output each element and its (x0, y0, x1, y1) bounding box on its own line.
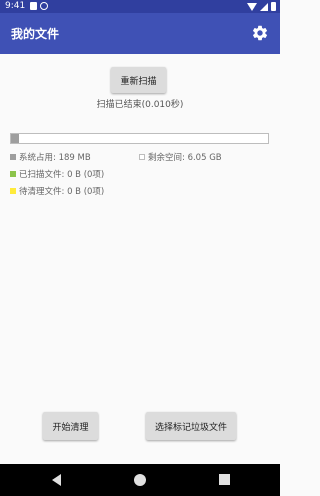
storage-usage-bar (10, 133, 269, 144)
legend-pending-files: 待清理文件: 0 B (0项) (10, 185, 104, 197)
storage-usage-fill (11, 134, 19, 143)
sim-card-icon (30, 2, 37, 10)
legend-system-used: 系统占用: 189 MB (10, 151, 91, 163)
free-space-text: 剩余空间: 6.05 GB (148, 153, 222, 163)
scan-status-text: 扫描已结束(0.010秒) (96, 100, 184, 110)
wifi-icon (247, 2, 257, 11)
scanned-swatch (10, 171, 16, 177)
home-icon[interactable] (134, 474, 146, 486)
pending-files-text: 待清理文件: 0 B (0项) (19, 187, 105, 197)
rescan-button[interactable]: 重新扫描 (111, 67, 166, 93)
notification-icons (30, 2, 48, 10)
start-clean-button[interactable]: 开始清理 (43, 412, 98, 440)
back-icon[interactable] (52, 474, 61, 486)
status-time: 9:41 (5, 1, 26, 11)
signal-icon (260, 2, 268, 11)
scanned-files-text: 已扫描文件: 0 B (0项) (19, 170, 105, 180)
recent-apps-icon[interactable] (219, 474, 230, 485)
free-swatch (139, 154, 145, 160)
gear-icon[interactable] (251, 24, 269, 42)
page-title: 我的文件 (11, 27, 60, 41)
system-used-text: 系统占用: 189 MB (19, 153, 91, 163)
status-bar: 9:41 (0, 0, 280, 13)
legend-free-space: 剩余空间: 6.05 GB (139, 151, 222, 163)
pending-swatch (10, 188, 16, 194)
sync-icon (40, 2, 48, 10)
select-junk-files-button[interactable]: 选择标记垃圾文件 (146, 412, 236, 440)
system-swatch (10, 154, 16, 160)
legend-scanned-files: 已扫描文件: 0 B (0项) (10, 168, 104, 180)
app-bar: 我的文件 (0, 13, 280, 54)
battery-icon (271, 2, 276, 11)
navigation-bar (0, 464, 280, 496)
system-icons (247, 2, 276, 11)
